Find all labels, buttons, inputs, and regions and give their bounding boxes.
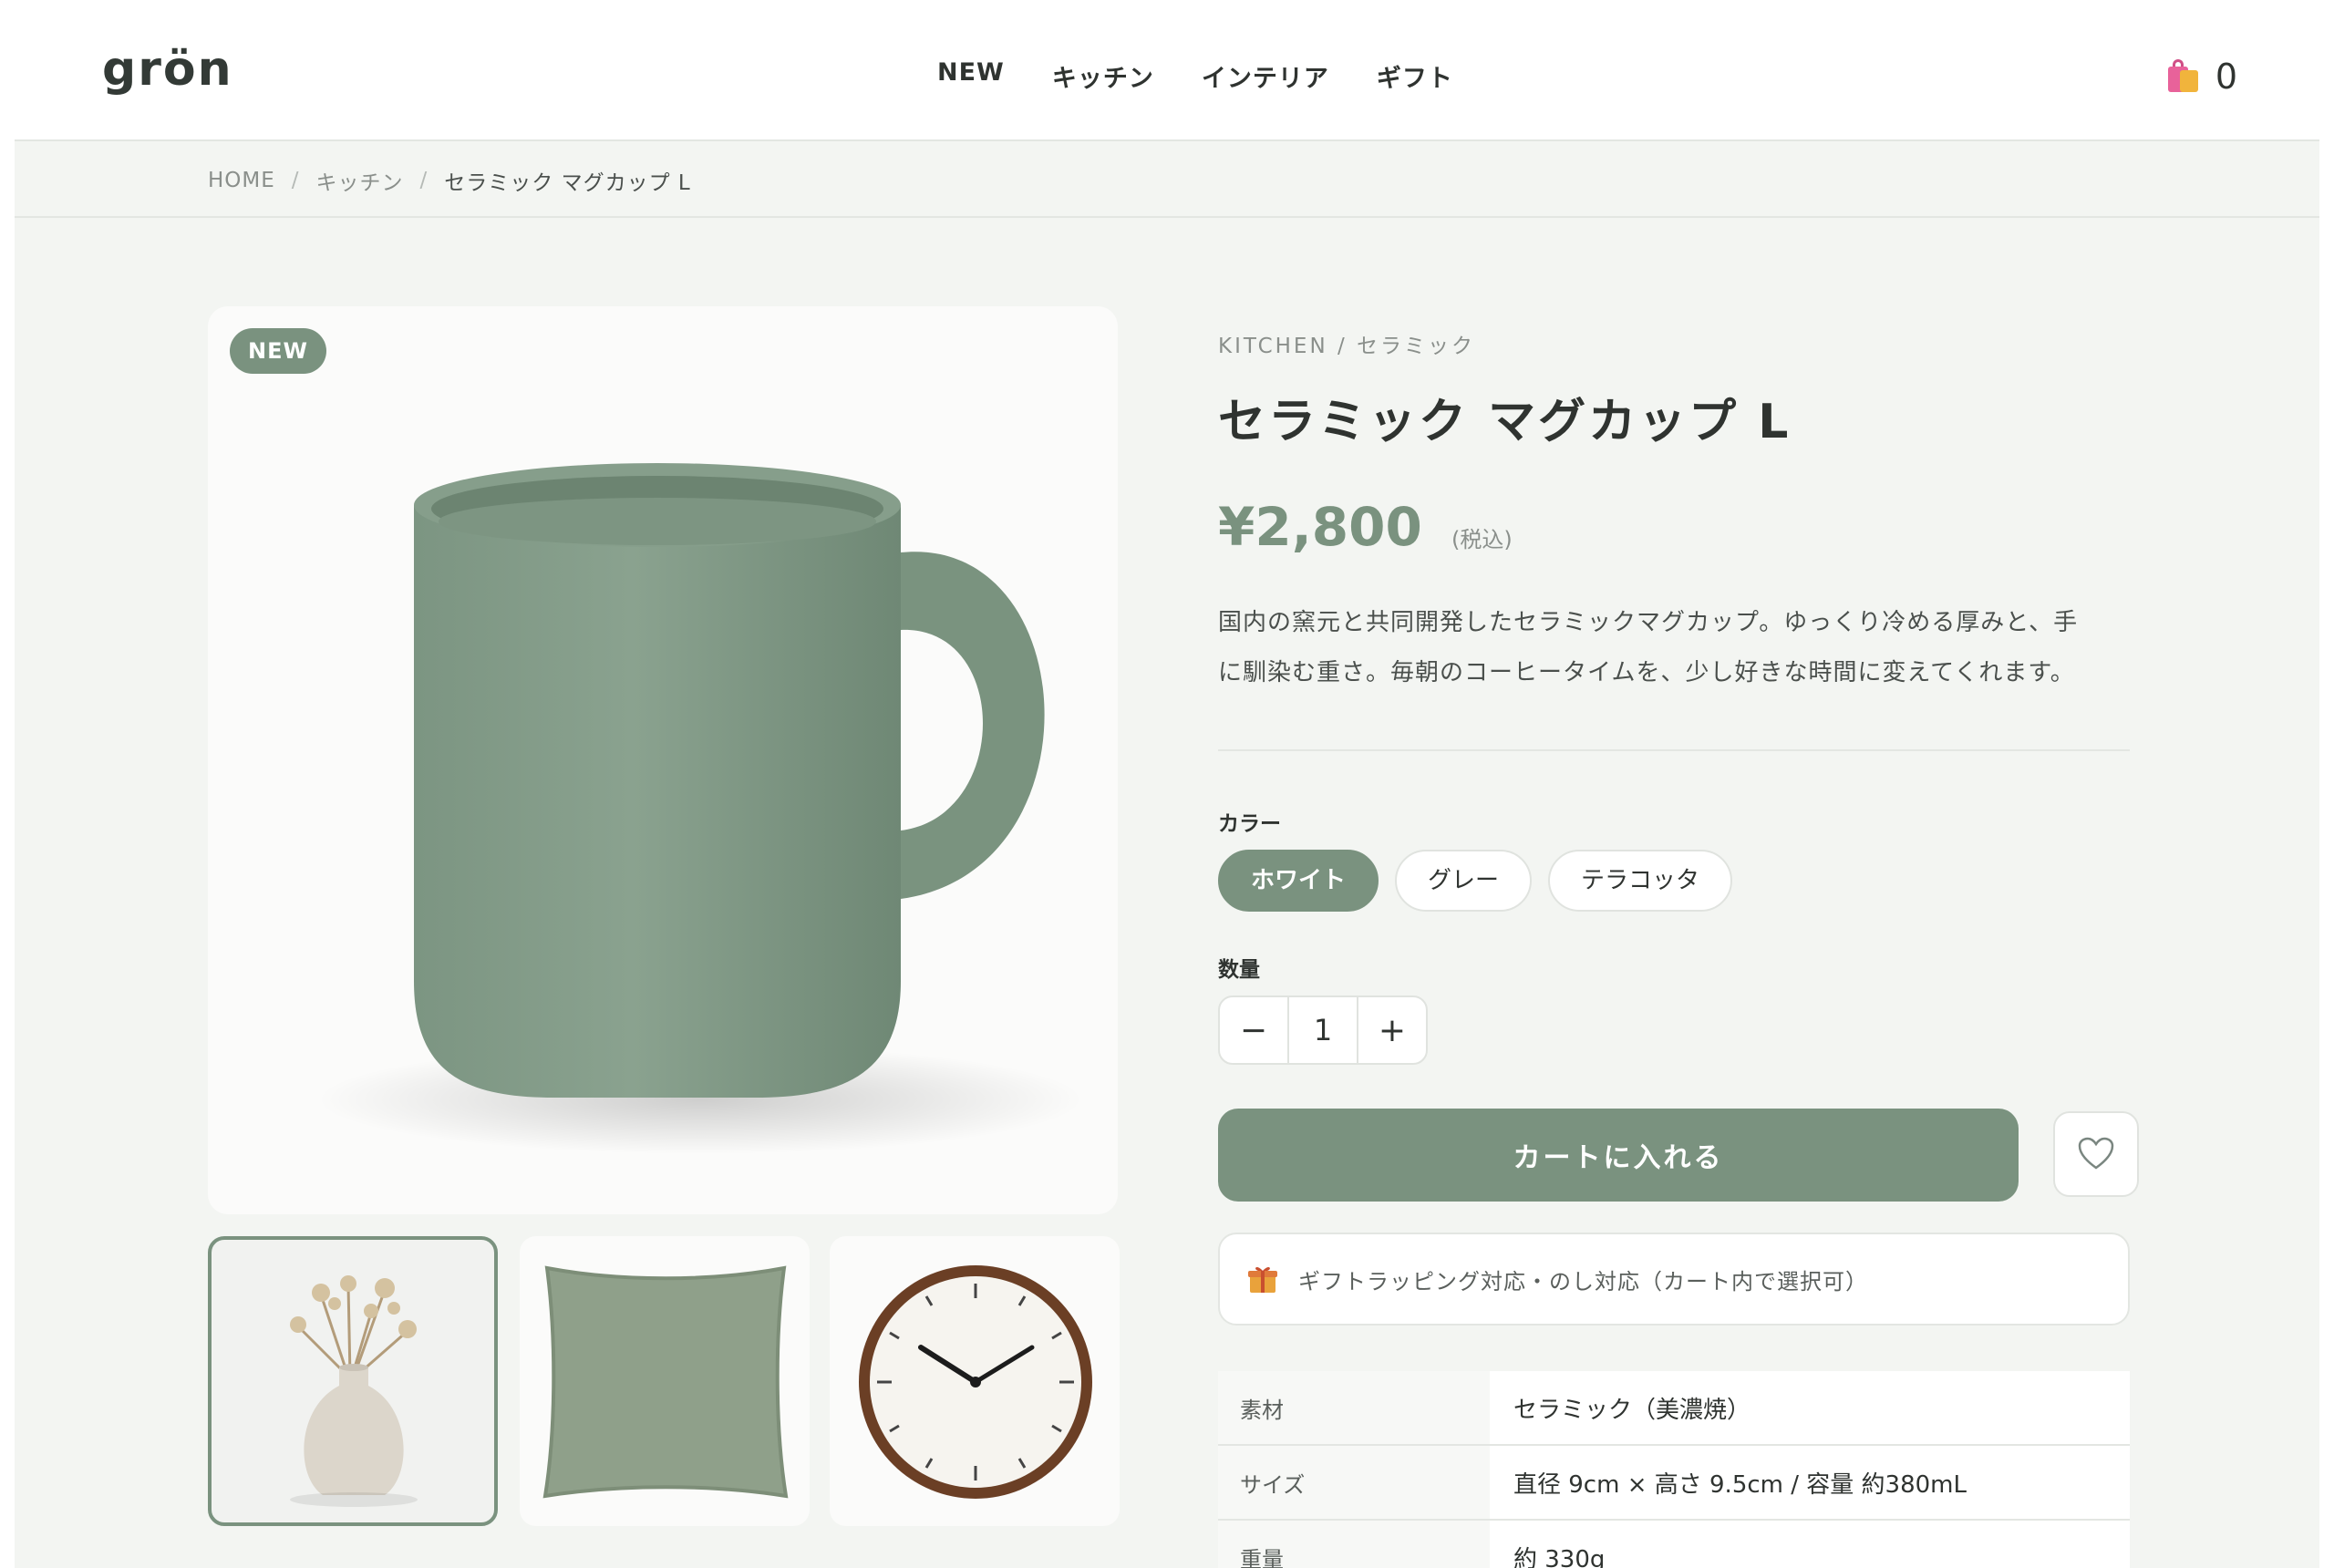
breadcrumb-kitchen[interactable]: キッチン xyxy=(316,165,404,196)
color-option-gray[interactable]: グレー xyxy=(1395,850,1533,912)
mug-illustration xyxy=(317,463,1083,1154)
color-option-white[interactable]: ホワイト xyxy=(1218,850,1379,912)
quantity-stepper: − 1 + xyxy=(1218,995,1428,1065)
cushion-image xyxy=(542,1265,789,1499)
table-row: 重量 約 330g xyxy=(1218,1521,2130,1568)
gift-notice-text: ギフトラッピング対応・のし対応（カート内で選択可） xyxy=(1298,1268,1868,1295)
breadcrumb-home[interactable]: HOME xyxy=(208,169,275,192)
heart-icon xyxy=(2078,1137,2114,1170)
tax-note: (税込) xyxy=(1451,527,1513,552)
spec-table: 素材 セラミック（美濃焼） サイズ 直径 9cm × 高さ 9.5cm / 容量… xyxy=(1218,1371,2130,1568)
product-price: ¥2,800 xyxy=(1218,496,1422,558)
spec-key: 素材 xyxy=(1218,1371,1490,1444)
table-row: 素材 セラミック（美濃焼） xyxy=(1218,1371,2130,1446)
table-row: サイズ 直径 9cm × 高さ 9.5cm / 容量 約380mL xyxy=(1218,1446,2130,1521)
nav-item-interior[interactable]: インテリア xyxy=(1202,58,1329,94)
spec-value: 約 330g xyxy=(1490,1521,2130,1568)
site-header: grön NEW キッチン インテリア ギフト 0 xyxy=(15,0,2319,141)
description-line: 国内の窯元と共同開発したセラミックマグカップ。ゆっくり冷める厚みと、手 xyxy=(1218,609,2079,636)
spec-value: セラミック（美濃焼） xyxy=(1490,1371,2130,1444)
section-divider xyxy=(1218,749,2130,751)
spec-key: サイズ xyxy=(1218,1446,1490,1519)
quantity-decrease-button[interactable]: − xyxy=(1220,997,1287,1063)
product-title: セラミック マグカップ L xyxy=(1218,395,1792,449)
new-badge: NEW xyxy=(230,328,326,374)
gift-wrapping-notice: ギフトラッピング対応・のし対応（カート内で選択可） xyxy=(1218,1233,2130,1326)
site-logo[interactable]: grön xyxy=(102,42,233,97)
breadcrumb-divider xyxy=(15,216,2319,218)
add-to-cart-button[interactable]: カートに入れる xyxy=(1218,1109,2019,1202)
breadcrumb: HOME / キッチン / セラミック マグカップ L xyxy=(208,165,691,196)
shopping-bags-icon xyxy=(2167,59,2199,94)
main-product-image[interactable]: NEW xyxy=(208,306,1118,1214)
vase-image xyxy=(290,1275,418,1507)
description-line: に馴染む重さ。毎朝のコーヒータイムを、少し好きな時間に変えてくれます。 xyxy=(1218,659,2075,686)
product-description: 国内の窯元と共同開発したセラミックマグカップ。ゆっくり冷める厚みと、手 に馴染む… xyxy=(1218,598,2130,698)
breadcrumb-current: セラミック マグカップ L xyxy=(444,171,691,195)
quantity-increase-button[interactable]: + xyxy=(1358,997,1426,1063)
breadcrumb-separator: / xyxy=(291,169,300,192)
thumbnail-vase[interactable] xyxy=(208,1236,498,1526)
nav-item-gift[interactable]: ギフト xyxy=(1377,58,1453,94)
cart-button[interactable]: 0 xyxy=(2167,57,2237,97)
main-nav: NEW キッチン インテリア ギフト xyxy=(937,58,1453,94)
spec-key: 重量 xyxy=(1218,1521,1490,1568)
breadcrumb-separator: / xyxy=(419,169,429,192)
thumbnail-cushion[interactable] xyxy=(520,1236,810,1526)
gift-icon xyxy=(1248,1266,1277,1293)
nav-item-kitchen[interactable]: キッチン xyxy=(1052,58,1154,94)
product-category: KITCHEN / セラミック xyxy=(1218,335,1476,358)
page-frame: grön NEW キッチン インテリア ギフト 0 HOME / キッチン / … xyxy=(15,0,2319,1568)
spec-value: 直径 9cm × 高さ 9.5cm / 容量 約380mL xyxy=(1490,1446,2130,1519)
quantity-label: 数量 xyxy=(1218,958,1260,982)
cart-count: 0 xyxy=(2215,57,2237,97)
color-label: カラー xyxy=(1218,812,1281,836)
quantity-value[interactable]: 1 xyxy=(1287,997,1358,1063)
color-selector: ホワイト グレー テラコッタ xyxy=(1218,850,1733,912)
clock-image xyxy=(859,1265,1092,1499)
thumbnail-clock[interactable] xyxy=(830,1236,1120,1526)
nav-item-new[interactable]: NEW xyxy=(937,58,1005,94)
favorite-button[interactable] xyxy=(2053,1111,2139,1197)
color-option-terracotta[interactable]: テラコッタ xyxy=(1548,850,1733,912)
